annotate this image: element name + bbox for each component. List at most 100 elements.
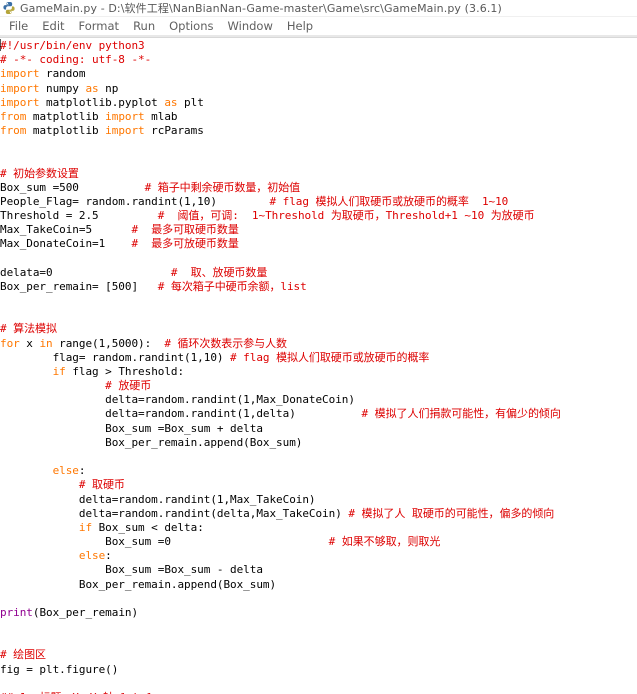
- text-caret: [0, 39, 1, 51]
- code-line: else:: [0, 549, 637, 563]
- code-token: in: [39, 336, 53, 350]
- code-line: if Box_sum < delta:: [0, 521, 637, 535]
- code-token: 取、放硬币数量: [190, 265, 268, 279]
- code-token: list: [280, 279, 307, 293]
- code-token: as: [164, 95, 178, 109]
- code-token: #: [0, 379, 119, 393]
- python-logo-icon: [2, 1, 16, 15]
- code-token: 如果不够取，则取光: [341, 535, 441, 549]
- code-line: from matplotlib import rcParams: [0, 124, 637, 138]
- code-token: plt: [177, 95, 204, 109]
- code-token: flag > Threshold:: [65, 364, 185, 378]
- code-line: delta=random.randint(1,Max_TakeCoin): [0, 493, 637, 507]
- code-token: People_Flag= random.randint(1,10): [0, 194, 217, 208]
- code-line: delta=random.randint(1,delta) # 模拟了人们捐款可…: [0, 407, 637, 421]
- code-token: matplotlib.pyplot: [39, 95, 165, 109]
- window-title: GameMain.py - D:\软件工程\NanBianNan-Game-ma…: [20, 2, 502, 15]
- menu-edit[interactable]: Edit: [35, 19, 71, 33]
- code-token: mlab: [144, 109, 178, 123]
- code-token: random: [39, 67, 86, 81]
- code-token: from: [0, 109, 27, 123]
- code-token: 每次箱子中硬币余额，: [170, 279, 281, 293]
- window-title-bar: GameMain.py - D:\软件工程\NanBianNan-Game-ma…: [0, 0, 637, 17]
- code-token: Box_sum =500: [0, 180, 79, 194]
- code-line: # 绘图区: [0, 648, 637, 662]
- code-editor-area[interactable]: #!/usr/bin/env python3 # -*- coding: utf-…: [0, 38, 637, 694]
- code-token: Box_sum =Box_sum - delta: [0, 563, 263, 577]
- code-token: Box_per_remain.append(Box_sum): [0, 435, 303, 449]
- code-token: 箱子中剩余硬币数量，初始值: [157, 180, 301, 194]
- code-line: ​: [0, 634, 637, 648]
- code-token: delta=random.randint(delta,Max_TakeCoin): [0, 506, 342, 520]
- menu-options[interactable]: Options: [162, 19, 220, 33]
- code-token: #: [0, 322, 14, 336]
- code-token: #: [151, 336, 178, 350]
- code-token: Threshold+1 ~10: [385, 209, 491, 223]
- code-token: import: [0, 81, 40, 95]
- code-token: #: [105, 237, 152, 251]
- code-line: import matplotlib.pyplot as plt: [0, 96, 637, 110]
- code-line: Box_sum =500 # 箱子中剩余硬币数量，初始值: [0, 181, 637, 195]
- code-line: from matplotlib import mlab: [0, 110, 637, 124]
- code-token: 模拟人们取硬币或放硬币的概率: [276, 350, 430, 364]
- code-line: import random: [0, 67, 637, 81]
- code-line: import numpy as np: [0, 82, 637, 96]
- code-token: 为放硬币: [490, 209, 535, 223]
- menu-file[interactable]: File: [2, 19, 35, 33]
- code-token: #: [170, 535, 342, 549]
- code-line: delta=random.randint(delta,Max_TakeCoin)…: [0, 507, 637, 521]
- code-token: if: [78, 520, 93, 534]
- code-token: : 1~Threshold: [232, 209, 331, 223]
- code-token: matplotlib: [26, 109, 106, 123]
- code-token: Max_TakeCoin=5: [0, 223, 93, 237]
- code-token: Box_sum < delta:: [92, 520, 204, 534]
- code-token: delata=0: [0, 265, 53, 279]
- code-token: np: [98, 81, 119, 95]
- code-token: import: [105, 109, 145, 123]
- code-line: if flag > Threshold:: [0, 365, 637, 379]
- code-token: from: [0, 124, 27, 138]
- code-token: for: [0, 336, 20, 350]
- code-line: Box_per_remain.append(Box_sum): [0, 436, 637, 450]
- code-line: print(Box_per_remain): [0, 606, 637, 620]
- source-code-text[interactable]: #!/usr/bin/env python3 # -*- coding: utf-…: [0, 39, 637, 694]
- code-line: else:: [0, 464, 637, 478]
- code-line: People_Flag= random.randint(1,10) # flag…: [0, 195, 637, 209]
- code-line: Box_sum =Box_sum + delta: [0, 422, 637, 436]
- menu-run[interactable]: Run: [126, 19, 162, 33]
- code-token: Box_sum =0: [0, 535, 171, 549]
- code-token: 循环次数表示参与人数: [177, 336, 287, 350]
- code-token: 1~10: [468, 194, 509, 208]
- code-token: as: [85, 81, 99, 95]
- code-token: 模拟了人们捐款可能性，有偏少的倾向: [374, 407, 561, 421]
- code-line: Box_sum =0 # 如果不够取，则取光: [0, 535, 637, 549]
- code-line: ​: [0, 308, 637, 322]
- menu-format[interactable]: Format: [72, 19, 127, 33]
- code-token: #: [341, 506, 362, 520]
- code-token: import: [0, 67, 40, 81]
- code-line: Threshold = 2.5 # 阈值，可调: 1~Threshold 为取硬…: [0, 209, 637, 223]
- code-token: #: [295, 407, 375, 421]
- code-token: delta=random.randint(1,Max_TakeCoin): [0, 492, 316, 506]
- code-line: Box_per_remain= [500] # 每次箱子中硬币余额，list: [0, 280, 637, 294]
- code-line: flag= random.randint(1,10) # flag 模拟人们取硬…: [0, 351, 637, 365]
- code-line: ​: [0, 252, 637, 266]
- code-token: else: [52, 464, 79, 478]
- code-token: #: [138, 279, 171, 293]
- code-token: #!/usr/bin/env python3: [0, 39, 145, 52]
- code-token: 绘图区: [13, 648, 47, 662]
- code-token: import: [105, 124, 145, 138]
- code-line: ​: [0, 620, 637, 634]
- code-token: range(1,5000):: [52, 336, 152, 350]
- code-token: flag= random.randint(1,10): [0, 350, 224, 364]
- menu-window[interactable]: Window: [221, 19, 280, 33]
- menu-help[interactable]: Help: [280, 19, 320, 33]
- code-token: fig = plt.figure(): [0, 662, 119, 676]
- code-token: #: [0, 648, 14, 662]
- code-line: ​: [0, 294, 637, 308]
- code-token: :: [105, 549, 112, 563]
- code-token: #: [0, 478, 93, 492]
